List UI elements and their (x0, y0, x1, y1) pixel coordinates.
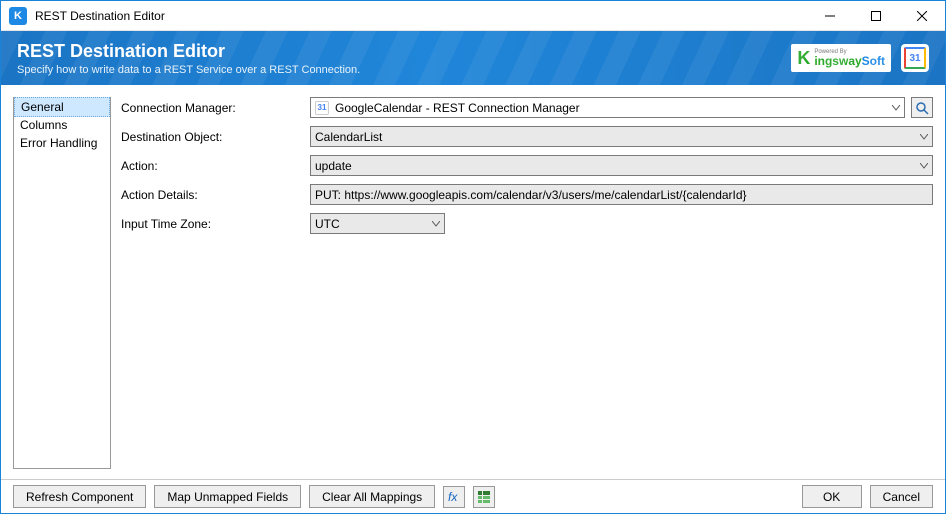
footer: Refresh Component Map Unmapped Fields Cl… (1, 479, 945, 513)
chevron-down-icon (920, 134, 928, 140)
list-button[interactable] (473, 486, 495, 508)
chevron-down-icon (920, 163, 928, 169)
action-value: update (315, 159, 352, 173)
connection-value: GoogleCalendar - REST Connection Manager (335, 101, 580, 115)
fx-icon: fx (447, 490, 461, 504)
window-title: REST Destination Editor (35, 9, 807, 23)
clear-mappings-button[interactable]: Clear All Mappings (309, 485, 435, 508)
connection-label: Connection Manager: (121, 101, 306, 115)
action-details-field: PUT: https://www.googleapis.com/calendar… (310, 184, 933, 205)
expression-button[interactable]: fx (443, 486, 465, 508)
timezone-select[interactable]: UTC (310, 213, 445, 234)
destination-label: Destination Object: (121, 130, 306, 144)
google-calendar-icon: 31 (901, 44, 929, 72)
action-details-value: PUT: https://www.googleapis.com/calendar… (315, 188, 747, 202)
destination-value: CalendarList (315, 130, 382, 144)
ok-button[interactable]: OK (802, 485, 862, 508)
svg-text:fx: fx (448, 490, 458, 504)
action-label: Action: (121, 159, 306, 173)
action-details-label: Action Details: (121, 188, 306, 202)
chevron-down-icon (892, 105, 900, 111)
app-icon: K (9, 7, 27, 25)
form-panel: Connection Manager: 31 GoogleCalendar - … (121, 97, 933, 469)
page-subtitle: Specify how to write data to a REST Serv… (17, 64, 791, 76)
minimize-button[interactable] (807, 1, 853, 31)
timezone-label: Input Time Zone: (121, 217, 306, 231)
titlebar: K REST Destination Editor (1, 1, 945, 31)
edit-connection-button[interactable] (911, 97, 933, 118)
page-title: REST Destination Editor (17, 41, 791, 62)
sidebar: General Columns Error Handling (13, 97, 111, 469)
refresh-button[interactable]: Refresh Component (13, 485, 146, 508)
connection-select[interactable]: 31 GoogleCalendar - REST Connection Mana… (310, 97, 905, 118)
map-unmapped-button[interactable]: Map Unmapped Fields (154, 485, 301, 508)
magnifier-icon (915, 101, 929, 115)
action-select[interactable]: update (310, 155, 933, 176)
sidebar-item-general[interactable]: General (14, 97, 110, 117)
timezone-value: UTC (315, 217, 340, 231)
sidebar-item-columns[interactable]: Columns (14, 116, 110, 134)
grid-icon (477, 490, 491, 504)
main-content: General Columns Error Handling Connectio… (1, 85, 945, 475)
destination-select[interactable]: CalendarList (310, 126, 933, 147)
close-button[interactable] (899, 1, 945, 31)
maximize-button[interactable] (853, 1, 899, 31)
kingswaysoft-logo: K Powered By ingswaySoft (791, 44, 891, 72)
header-banner: REST Destination Editor Specify how to w… (1, 31, 945, 85)
sidebar-item-error-handling[interactable]: Error Handling (14, 134, 110, 152)
calendar-icon: 31 (315, 101, 329, 115)
cancel-button[interactable]: Cancel (870, 485, 933, 508)
chevron-down-icon (432, 221, 440, 227)
